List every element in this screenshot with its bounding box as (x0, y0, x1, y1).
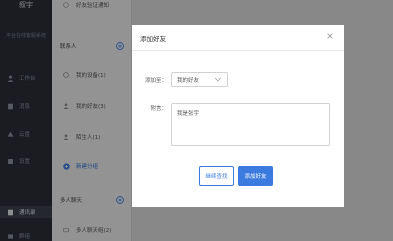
continue-search-button[interactable]: 继续查找 (199, 166, 234, 186)
dialog-title: 添加好友 (140, 35, 166, 43)
close-icon[interactable] (326, 32, 334, 40)
add-friend-button[interactable]: 添加好友 (238, 166, 273, 186)
group-select[interactable]: 我的好友 (171, 72, 228, 87)
dialog-header: 添加好友 (132, 25, 344, 51)
add-friend-dialog: 添加好友 添加至： 我的好友 附言： 我是张宇 继续查找 添加好友 (132, 25, 344, 207)
group-select-value: 我的好友 (177, 77, 200, 84)
note-textarea[interactable]: 我是张宇 (171, 103, 330, 146)
note-field-label: 附言： (150, 106, 167, 112)
chevron-down-icon (214, 77, 222, 82)
group-field-label: 添加至： (144, 78, 167, 84)
